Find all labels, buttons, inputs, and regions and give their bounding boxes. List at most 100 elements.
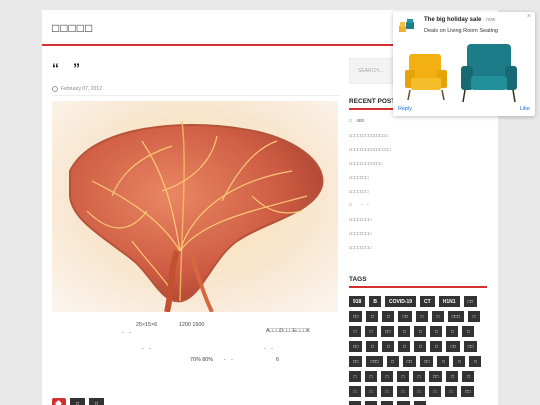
post-tags: □ □ [52,398,104,405]
liver-illustration [52,101,338,312]
tag-cloud-item[interactable]: □ [469,356,482,367]
tag-cloud-item[interactable]: □ [415,311,428,322]
notification-image [401,42,529,114]
tag-cloud-item[interactable]: □ [414,401,427,405]
tag-cloud-item[interactable]: □□ [349,311,363,322]
post-tag[interactable]: □ [70,398,85,405]
tag-cloud-item[interactable]: □ [437,356,450,367]
push-notification[interactable]: × The big holiday sale · now Deals on Li… [393,12,535,116]
tag-cloud-item[interactable]: □ [397,371,409,382]
recent-post-link[interactable]: □□□□□□□ [349,184,487,198]
recent-post-link[interactable]: □□□□□□□□□□□□□□ [349,128,487,142]
body-line: A□□□D□□□E□□□K [266,328,310,334]
tag-cloud-item[interactable]: □ [382,311,395,322]
tag-cloud-item[interactable]: □□ [397,401,411,405]
post-body: 25×15×6 1200 1500 - - A□□□D□□□E□□□K - - … [52,318,340,368]
tag-cloud-item[interactable]: □ [453,356,466,367]
site-title[interactable]: □□□□□ [52,21,93,35]
tag-cloud-item[interactable]: □ [349,386,361,397]
notification-title-text: The big holiday sale [424,17,482,23]
recent-posts-list: □ 400 □□□□□□□□□□□□□□ □□□□□□□□□□□□□□□ □□□□□□… [349,114,487,254]
tag-cloud-item[interactable]: 918 [349,296,366,307]
tag-cloud-item[interactable]: □ [398,326,411,337]
tag-cloud-item[interactable]: □ [413,386,425,397]
tag-cloud-item[interactable]: □ [397,386,409,397]
tag-cloud-item[interactable]: □ [365,326,377,337]
tag-cloud-item[interactable]: □ [382,341,395,352]
body-line: - - [264,346,273,352]
tag-cloud-item[interactable]: □ [381,401,393,405]
tag-cloud-item[interactable]: □□ [402,356,417,367]
post-meta: February 07, 2012 [52,84,340,93]
body-line: - - [142,346,151,352]
tag-cloud-item[interactable]: □ [446,371,459,382]
body-line: - - [122,330,131,336]
tag-cloud-item[interactable]: □ [365,401,377,405]
tag-cloud-item[interactable]: □ [365,371,377,382]
tag-cloud-item[interactable]: □ [414,341,427,352]
post-tag[interactable]: □ [89,398,104,405]
tag-cloud-item[interactable]: □□□ [447,311,465,322]
tag-cloud-item[interactable]: □ [462,371,475,382]
tag-cloud-item[interactable]: COVID-19 [384,296,417,307]
recent-post-link[interactable]: □□□□□□□□ [349,212,487,226]
tag-cloud-item[interactable]: CT [420,296,435,307]
tag-cloud-item[interactable]: □ [349,401,361,405]
tag-cloud-item[interactable]: □□ [398,311,412,322]
tag-cloud-item[interactable]: □ [366,311,379,322]
tag-cloud-item[interactable]: □□□ [366,356,383,367]
tag-cloud-item[interactable]: □ [349,371,361,382]
tag-cloud-item[interactable]: □□ [463,341,478,352]
tag-cloud-item[interactable]: □□ [429,371,443,382]
main-content: “ ” February 07, 2012 25×15×6 1200 1500 … [52,58,340,405]
like-button[interactable]: Like [520,106,530,112]
tag-cloud-item[interactable]: □ [386,356,399,367]
tag-cloud: 918 B COVID-19 CT H1N1 □□ □□ □ □ □□ □ □ □□□ □ □ □ □□ □ □ □ □… [349,296,487,405]
close-icon[interactable]: × [527,13,531,20]
tag-cloud-item[interactable]: □ [381,371,393,382]
tag-cloud-item[interactable]: □□ [349,341,363,352]
notification-subtitle: Deals on Living Room Seating [424,28,498,34]
tag-cloud-item[interactable]: □ [430,341,443,352]
recent-post-link[interactable]: □ - - [349,198,487,212]
tag-cloud-item[interactable]: □□ [420,356,434,367]
recent-post-link[interactable]: □□□□□□□□ [349,226,487,240]
tag-cloud-item[interactable]: □ [429,386,441,397]
tag-cloud-item[interactable]: □□ [461,386,475,397]
recent-post-link[interactable]: □□□□□□□□ [349,240,487,254]
tag-cloud-item[interactable]: □ [398,341,411,352]
tag-cloud-item[interactable]: □□ [446,341,460,352]
tag-cloud-item[interactable]: □ [413,371,425,382]
tag-cloud-item[interactable]: □ [430,326,443,337]
post-date: February 07, 2012 [61,85,102,92]
tag-cloud-item[interactable]: □□ [463,296,477,307]
recent-posts-widget: RECENT POSTS □ 400 □□□□□□□□□□□□□□ □□□□□□□□… [349,98,487,254]
tag-cloud-item[interactable]: B [369,296,381,307]
tag-cloud-item[interactable]: □ [468,311,481,322]
tag-cloud-item[interactable]: □ [446,326,459,337]
tag-cloud-item[interactable]: □ [365,386,377,397]
tag-cloud-item[interactable]: H1N1 [438,296,460,307]
notification-time: · now [483,17,496,23]
recent-post-link[interactable]: □□□□□□□ [349,170,487,184]
post-title: “ ” [52,60,80,76]
recent-post-link[interactable]: □□□□□□□□□□□□□□□ [349,142,487,156]
tag-cloud-item[interactable]: □□ [349,356,363,367]
divider [52,95,340,96]
recent-post-link[interactable]: □ 400 [349,114,487,128]
recent-post-link[interactable]: □□□□□□□□□□□□ [349,156,487,170]
tag-cloud-item[interactable]: □ [462,326,475,337]
tag-cloud-item[interactable]: □□ [381,326,395,337]
tag-cloud-item[interactable]: □ [381,386,393,397]
reply-button[interactable]: Reply [398,106,412,112]
tags-widget: TAGS 918 B COVID-19 CT H1N1 □□ □□ □ □ □□ □ □ □□□ □ □ □ □… [349,276,487,405]
notification-title: The big holiday sale · now [424,17,495,23]
tag-cloud-item[interactable]: □ [349,326,361,337]
tag-cloud-item[interactable]: □ [366,341,379,352]
clock-icon [52,85,58,92]
tag-cloud-item[interactable]: □ [414,326,427,337]
body-line: 25×15×6 1200 1500 [136,322,205,328]
body-line: 70% 80% - - 6 [190,357,279,363]
tag-cloud-item[interactable]: □ [445,386,457,397]
tag-cloud-item[interactable]: □ [431,311,444,322]
